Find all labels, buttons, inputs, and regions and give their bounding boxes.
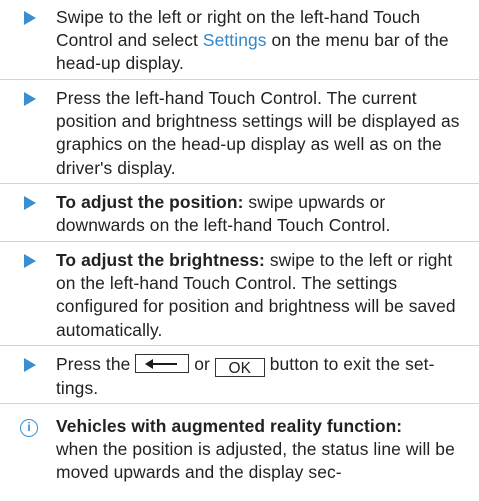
note-text: Vehicles with augmented reality function… [56, 416, 455, 483]
step-text: To adjust the position: swipe upwards or… [56, 192, 391, 236]
separator [0, 79, 479, 80]
step-bullet-arrow-icon [24, 358, 36, 372]
back-arrow-icon [145, 359, 178, 369]
settings-link[interactable]: Settings [203, 30, 267, 50]
step-text: Press the left-hand Touch Control. The c… [56, 88, 460, 178]
back-button[interactable] [135, 354, 190, 373]
separator [0, 345, 479, 346]
instructions-page: Swipe to the left or right on the left-h… [0, 0, 479, 498]
separator [0, 241, 479, 242]
step-bullet-arrow-icon [24, 196, 36, 210]
step-bullet-arrow-icon [24, 11, 36, 25]
step-bullet-arrow-icon [24, 92, 36, 106]
step-text: Press the or OK button to exit the set-t… [56, 354, 435, 398]
step-text: To adjust the brightness: swipe to the l… [56, 250, 456, 340]
step-text: Swipe to the left or right on the left-h… [56, 7, 449, 74]
separator [0, 183, 479, 184]
ok-button[interactable]: OK [214, 358, 265, 377]
info-icon: i [20, 419, 38, 437]
step-bullet-arrow-icon [24, 254, 36, 268]
separator [0, 403, 479, 404]
